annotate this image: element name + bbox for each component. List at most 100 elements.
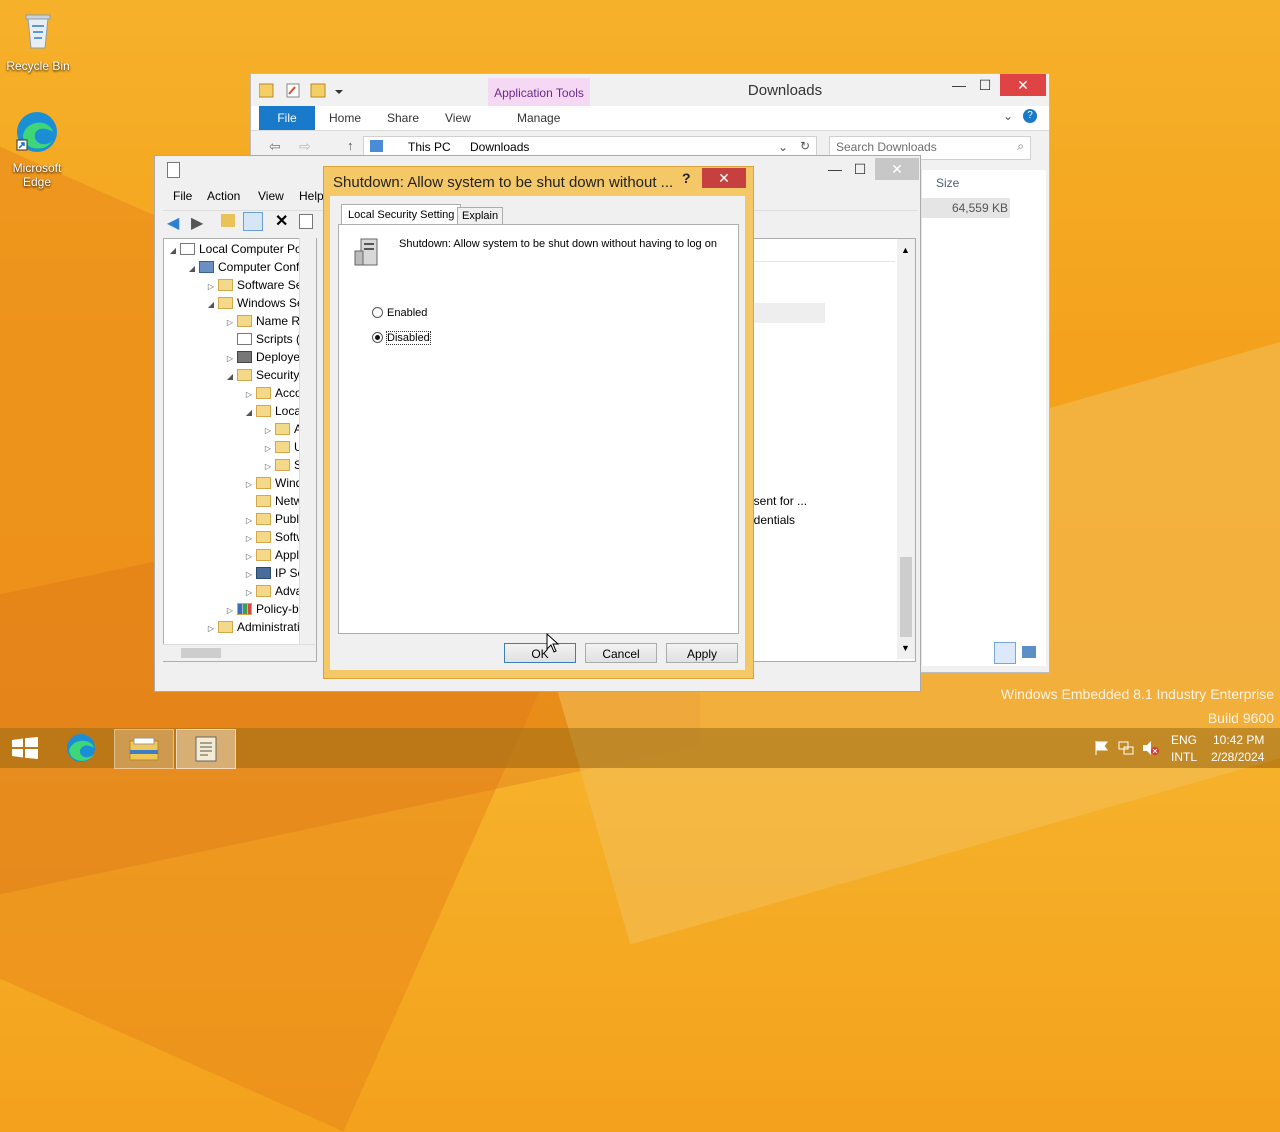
build-watermark: Build 9600 (1207, 710, 1274, 726)
show-hide-tree-icon[interactable] (243, 212, 263, 231)
column-header-size[interactable]: Size (936, 176, 959, 190)
dialog-title: Shutdown: Allow system to be shut down w… (333, 174, 674, 191)
tree-horizontal-scrollbar[interactable] (163, 644, 315, 661)
taskbar-gpedit-button[interactable] (176, 729, 236, 769)
collapse-arrow-icon[interactable]: ◢ (244, 404, 254, 422)
folder-icon (256, 387, 271, 399)
radio-label: Enabled (387, 307, 428, 319)
back-icon[interactable]: ◀ (167, 213, 179, 233)
tree-item[interactable]: ▷ Administrative (206, 618, 312, 636)
search-icon: ⌕ (1017, 139, 1024, 153)
desktop-icon-label: Microsoft Edge (12, 161, 62, 189)
maximize-icon[interactable]: ☐ (844, 158, 876, 180)
clock-time[interactable]: 10:42 PM (1213, 733, 1264, 747)
tab-local-security-setting[interactable]: Local Security Setting (341, 204, 462, 225)
policy-name: Shutdown: Allow system to be shut down w… (399, 238, 717, 250)
folder-icon (256, 549, 271, 561)
collapse-arrow-icon[interactable]: ◢ (187, 260, 197, 278)
scroll-down-icon[interactable]: ▼ (901, 643, 910, 653)
collapse-arrow-icon[interactable]: ◢ (225, 368, 235, 386)
tab-explain[interactable]: Explain (457, 207, 504, 225)
language-layout[interactable]: INTL (1171, 750, 1197, 764)
tab-view[interactable]: View (445, 111, 471, 125)
action-center-flag-icon[interactable] (1094, 740, 1110, 756)
tab-manage[interactable]: Manage (517, 111, 560, 125)
scrollbar-thumb[interactable] (900, 557, 912, 637)
ribbon-expand-icon[interactable]: ⌄ (1003, 109, 1013, 123)
menu-help[interactable]: Help (299, 189, 324, 203)
taskbar-explorer-button[interactable] (114, 729, 174, 769)
back-icon[interactable]: ⇦ (269, 138, 281, 155)
taskbar: ENG INTL 10:42 PM 2/28/2024 (0, 728, 1280, 769)
menu-action[interactable]: Action (207, 189, 240, 203)
pr-icon (237, 351, 252, 363)
tab-home[interactable]: Home (329, 111, 361, 125)
forward-icon[interactable]: ⇨ (299, 138, 311, 155)
details-view-icon[interactable] (994, 642, 1016, 664)
radio-button-selected[interactable] (372, 332, 383, 343)
network-icon[interactable] (1118, 740, 1134, 756)
close-icon[interactable]: ✕ (1000, 74, 1046, 96)
tree-item[interactable]: ▷ Software Setti (206, 276, 312, 294)
edge-icon (67, 734, 95, 762)
breadcrumb-downloads[interactable]: Downloads (470, 140, 529, 154)
bar-icon (237, 603, 252, 615)
tree-scrollbar[interactable] (299, 238, 316, 660)
vertical-scrollbar[interactable]: ▲ ▼ (897, 239, 915, 659)
ok-button[interactable]: OK (504, 643, 576, 663)
tree-item[interactable]: ▷ Deployed (225, 348, 307, 366)
tab-file[interactable]: File (259, 106, 315, 130)
menu-file[interactable]: File (173, 189, 192, 203)
help-icon[interactable]: ? (682, 170, 691, 186)
close-icon[interactable]: ✕ (702, 168, 746, 188)
file-size-cell[interactable]: 64,559 KB (922, 198, 1010, 218)
language-indicator[interactable]: ENG (1171, 733, 1197, 747)
folder-icon (256, 495, 271, 507)
forward-icon[interactable]: ▶ (191, 213, 203, 233)
tab-page: Shutdown: Allow system to be shut down w… (338, 224, 739, 634)
clock-date[interactable]: 2/28/2024 (1211, 750, 1264, 764)
start-icon[interactable] (12, 737, 38, 759)
radio-enabled[interactable]: Enabled (372, 307, 427, 319)
taskbar-edge-button[interactable] (52, 729, 110, 767)
cancel-button[interactable]: Cancel (585, 643, 657, 663)
tree-item[interactable]: ◢ Windows Sett (206, 294, 310, 312)
policy-row[interactable]: nsent for ... (747, 494, 807, 508)
radio-button[interactable] (372, 307, 383, 318)
policy-row[interactable]: edentials (747, 513, 795, 527)
collapse-arrow-icon[interactable]: ◢ (206, 296, 216, 314)
up-icon[interactable]: ↑ (347, 138, 354, 153)
desktop-icon-label: Recycle Bin (6, 59, 70, 73)
tree-item[interactable]: ◢ Local Computer Polic (168, 240, 313, 258)
mouse-cursor-icon (546, 633, 560, 653)
maximize-icon[interactable]: ☐ (969, 74, 1001, 96)
large-icons-view-icon[interactable] (1022, 646, 1036, 658)
locked-folder-icon (275, 459, 290, 471)
tree-item[interactable]: ◢ Computer Config (187, 258, 309, 276)
delete-icon[interactable]: ✕ (275, 211, 288, 231)
locked-folder-icon (275, 423, 290, 435)
scroll-up-icon[interactable]: ▲ (901, 245, 910, 255)
radio-disabled[interactable]: Disabled (372, 331, 431, 345)
desktop-icon-recycle-bin[interactable]: Recycle Bin (2, 8, 74, 73)
menu-view[interactable]: View (258, 189, 284, 203)
desktop-icon-edge[interactable]: Microsoft Edge (1, 110, 73, 189)
windows-watermark: Windows Embedded 8.1 Industry Enterprise (1000, 686, 1274, 702)
expand-arrow-icon[interactable]: ▷ (206, 620, 216, 638)
folder-icon (256, 477, 271, 489)
properties-icon[interactable] (299, 214, 313, 229)
policy-editor-icon (195, 736, 217, 762)
help-icon[interactable]: ? (1023, 109, 1037, 123)
dropdown-icon[interactable]: ⌄ (778, 140, 788, 154)
close-icon[interactable]: ✕ (875, 158, 919, 180)
breadcrumb-this-pc[interactable]: This PC (408, 140, 451, 154)
policy-row-selected[interactable] (745, 303, 825, 323)
up-folder-icon[interactable] (221, 214, 235, 227)
volume-muted-icon[interactable] (1142, 740, 1160, 756)
apply-button[interactable]: Apply (666, 643, 738, 663)
refresh-icon[interactable]: ↻ (800, 139, 810, 153)
collapse-arrow-icon[interactable]: ◢ (168, 242, 178, 260)
sec-icon (237, 369, 252, 381)
tab-share[interactable]: Share (387, 111, 419, 125)
ribbon-tabs: File Home Share View Manage ⌄ ? (251, 106, 1049, 131)
